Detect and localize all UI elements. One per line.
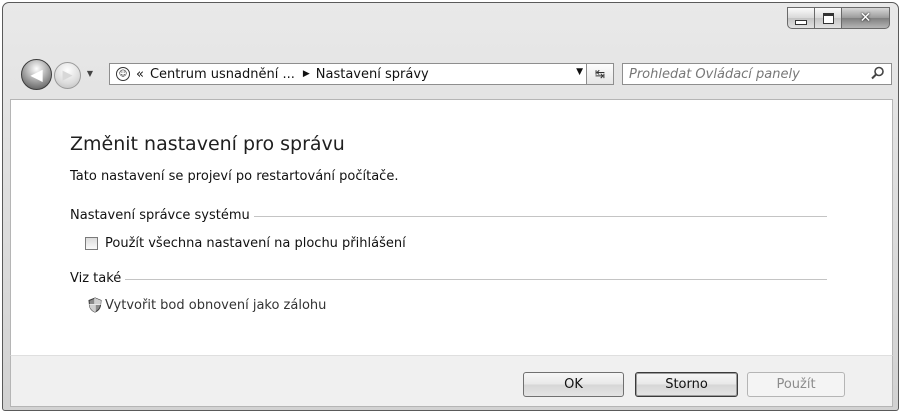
back-button[interactable]: ◀ [21,59,52,90]
breadcrumb-separator-icon[interactable]: ▶ [303,69,310,79]
section-admin-settings: Nastavení správce systému [70,207,827,223]
maximize-button[interactable] [815,7,842,29]
minimize-button[interactable] [787,7,815,29]
back-arrow-icon: ◀ [30,65,43,84]
create-restore-point-label[interactable]: Vytvořit bod obnovení jako zálohu [105,298,326,313]
address-bar[interactable]: ☺ « Centrum usnadnění ... ▶ Nastavení sp… [109,63,587,85]
minimize-icon [795,19,807,25]
breadcrumb-ease-of-access-center[interactable]: Centrum usnadnění ... [150,67,295,82]
refresh-button[interactable]: ↹ [587,63,614,85]
navigation-bar: ◀ ▶ ▼ ☺ « Centrum usnadnění ... ▶ Nastav… [3,59,898,91]
caption-buttons: ✕ [787,7,890,29]
refresh-icon: ↹ [594,67,606,81]
section-divider [125,278,827,280]
apply-to-logon-checkbox[interactable] [85,237,98,250]
search-input[interactable] [623,64,863,84]
search-box[interactable] [622,63,892,85]
apply-to-logon-option[interactable]: Použít všechna nastavení na plochu přihl… [85,236,406,251]
address-dropdown-icon[interactable]: ▼ [576,67,583,77]
recent-pages-dropdown[interactable]: ▼ [85,67,95,81]
search-icon[interactable] [871,66,885,80]
section-divider [253,215,827,217]
close-button[interactable]: ✕ [842,7,890,29]
ease-of-access-icon: ☺ [116,67,130,81]
close-icon: ✕ [859,10,872,26]
maximize-icon [822,12,834,24]
page-title: Změnit nastavení pro správu [70,133,345,155]
ok-button[interactable]: OK [523,372,624,397]
forward-arrow-icon: ▶ [62,68,73,83]
dialog-button-bar: OK Storno Použít [10,355,893,407]
page-description: Tato nastavení se projeví po restartován… [70,169,399,184]
section-admin-settings-label: Nastavení správce systému [70,207,250,223]
forward-button[interactable]: ▶ [54,62,81,89]
apply-button[interactable]: Použít [747,372,845,397]
cancel-button[interactable]: Storno [635,372,738,397]
content-area: Změnit nastavení pro správu Tato nastave… [10,99,893,355]
breadcrumb-admin-settings[interactable]: Nastavení správy [316,67,429,82]
control-panel-window: ✕ ◀ ▶ ▼ ☺ « Centrum usnadnění ... ▶ Nast… [2,2,899,411]
shield-icon [88,297,102,313]
section-see-also-label: Viz také [70,270,122,286]
create-restore-point-link[interactable]: Vytvořit bod obnovení jako zálohu [87,297,326,313]
breadcrumb-overflow-chevrons[interactable]: « [136,67,144,82]
apply-to-logon-label[interactable]: Použít všechna nastavení na plochu přihl… [105,236,406,251]
section-see-also: Viz také [70,270,827,286]
